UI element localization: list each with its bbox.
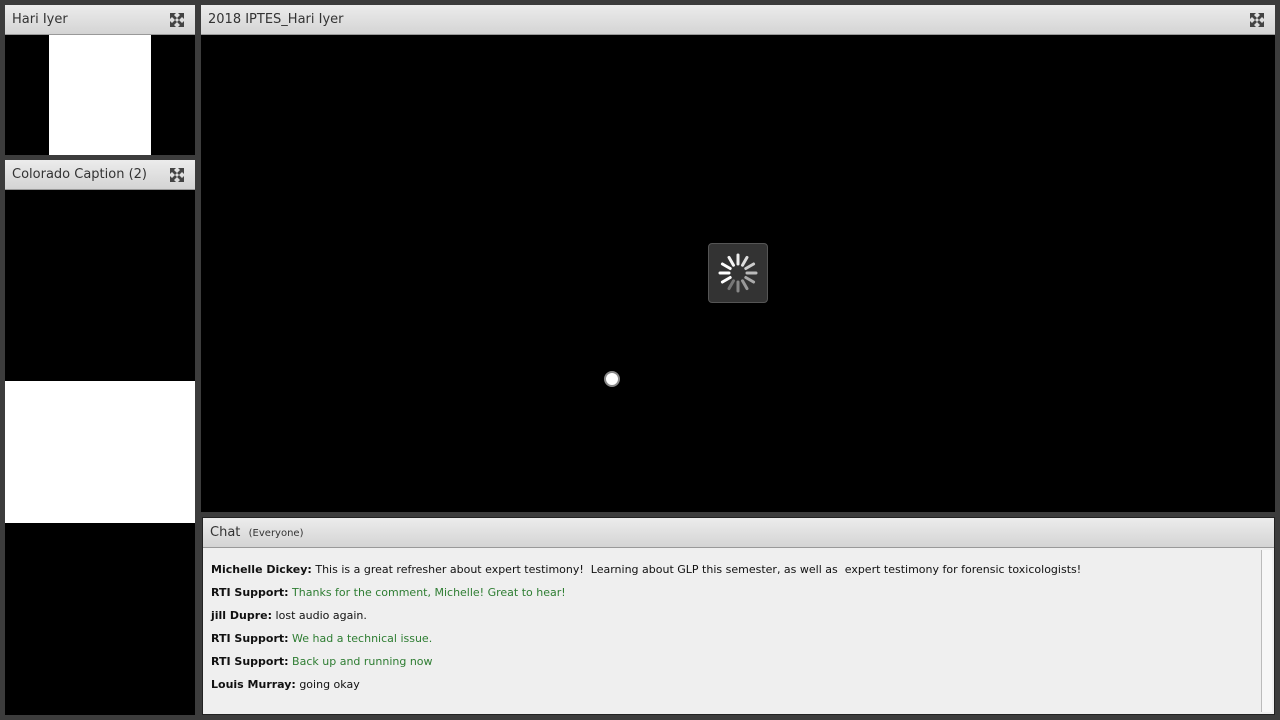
share-pod: 2018 IPTES_Hari Iyer: [201, 5, 1275, 512]
chat-header: Chat (Everyone): [203, 518, 1274, 548]
chat-title: Chat: [210, 525, 241, 540]
chat-scrollbar[interactable]: [1261, 550, 1272, 712]
message-sender: RTI Support:: [211, 586, 289, 599]
message-sender: RTI Support:: [211, 632, 289, 645]
chat-message: RTI Support: Thanks for the comment, Mic…: [211, 585, 1081, 608]
message-text: We had a technical issue.: [292, 632, 433, 645]
message-sender: Michelle Dickey:: [211, 563, 312, 576]
message-text: This is a great refresher about expert t…: [315, 563, 1082, 576]
message-text: lost audio again.: [275, 609, 367, 622]
pod-title: Hari Iyer: [12, 12, 68, 27]
chat-messages: Michelle Dickey: This is a great refresh…: [211, 562, 1081, 700]
chat-message: Michelle Dickey: This is a great refresh…: [211, 562, 1081, 585]
chat-message: RTI Support: Back up and running now: [211, 654, 1081, 677]
caption-pod: Colorado Caption (2): [5, 160, 195, 715]
chat-message: jill Dupre: lost audio again.: [211, 608, 1081, 631]
share-content: [201, 35, 1275, 512]
maximize-icon[interactable]: [169, 12, 185, 28]
caption-content: [5, 190, 195, 715]
camera-video: [5, 35, 195, 155]
chat-message: Louis Murray: going okay: [211, 677, 1081, 700]
message-sender: Louis Murray:: [211, 678, 296, 691]
share-pod-header: 2018 IPTES_Hari Iyer: [201, 5, 1275, 35]
pod-title: 2018 IPTES_Hari Iyer: [208, 12, 344, 27]
chat-pod: Chat (Everyone) Michelle Dickey: This is…: [202, 517, 1275, 715]
cursor-icon: [604, 371, 620, 387]
message-sender: jill Dupre:: [211, 609, 273, 622]
message-text: Back up and running now: [292, 655, 433, 668]
maximize-icon[interactable]: [169, 167, 185, 183]
chat-audience[interactable]: (Everyone): [249, 528, 304, 539]
video-frame: [49, 35, 151, 155]
camera-pod-header: Hari Iyer: [5, 5, 195, 35]
caption-pod-header: Colorado Caption (2): [5, 160, 195, 190]
maximize-icon[interactable]: [1249, 12, 1265, 28]
camera-pod: Hari Iyer: [5, 5, 195, 155]
message-text: Thanks for the comment, Michelle! Great …: [292, 586, 566, 599]
loading-spinner-icon: [708, 243, 768, 303]
chat-message: RTI Support: We had a technical issue.: [211, 631, 1081, 654]
message-sender: RTI Support:: [211, 655, 289, 668]
message-text: going okay: [299, 678, 360, 691]
pod-title: Colorado Caption (2): [12, 167, 147, 182]
caption-frame: [5, 381, 195, 523]
